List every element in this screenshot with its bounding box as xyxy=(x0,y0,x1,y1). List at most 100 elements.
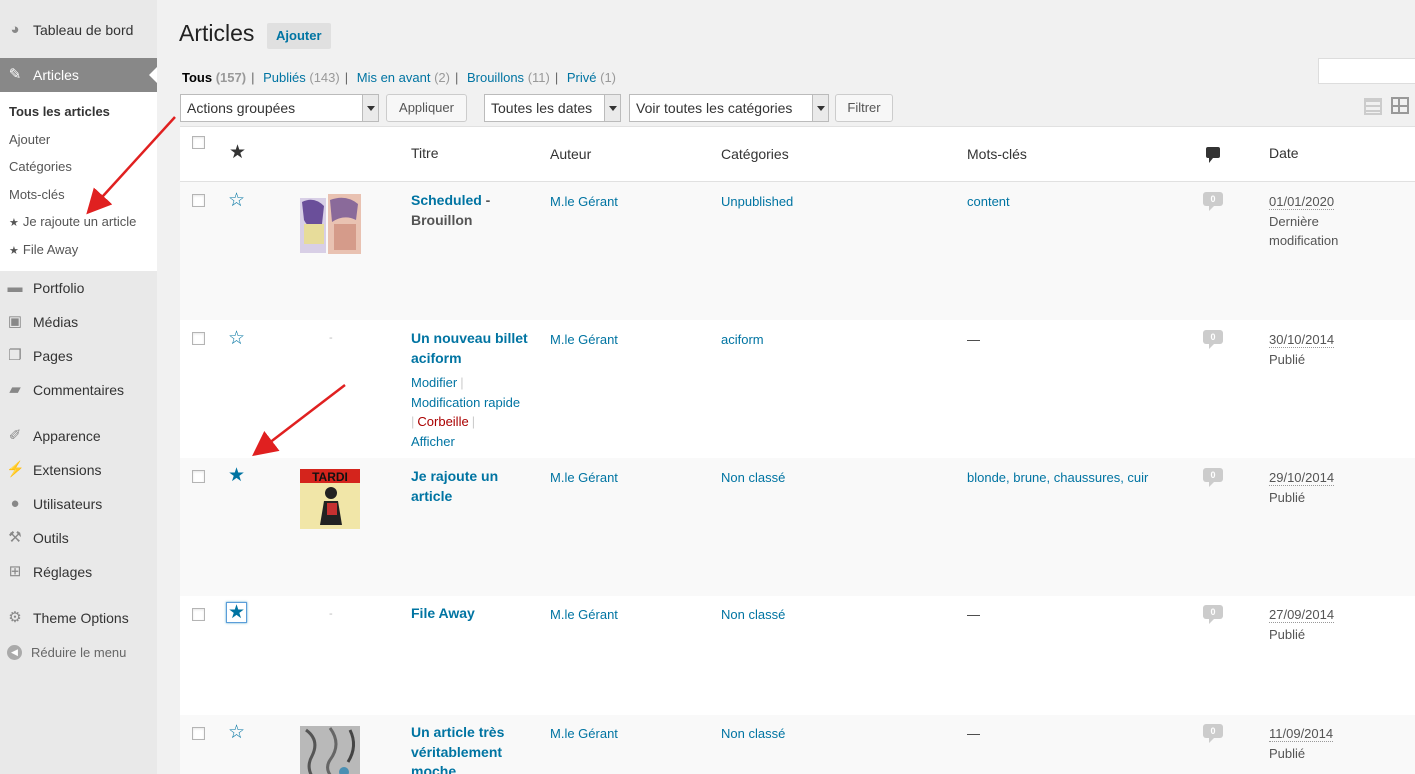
comment-count-badge[interactable]: 0 xyxy=(1203,468,1223,487)
menu-settings-label: Réglages xyxy=(33,564,93,580)
post-category[interactable]: Non classé xyxy=(721,468,785,488)
plugin-icon: ⚡ xyxy=(6,461,25,478)
submenu-featured-je-rajoute[interactable]: ★ Je rajoute un article xyxy=(0,208,157,236)
submenu-tags[interactable]: Mots-clés xyxy=(0,181,157,209)
search-input[interactable] xyxy=(1318,58,1415,84)
edit-link[interactable]: Modifier xyxy=(411,375,457,390)
comment-icon[interactable] xyxy=(1206,147,1220,163)
collapse-menu-button[interactable]: ◀ Réduire le menu xyxy=(0,635,157,669)
menu-dashboard-label: Tableau de bord xyxy=(33,22,134,38)
view-drafts[interactable]: Brouillons (11) xyxy=(467,70,550,85)
post-thumbnail xyxy=(300,194,361,254)
row-checkbox[interactable] xyxy=(192,194,205,207)
post-author[interactable]: M.le Gérant xyxy=(550,605,618,625)
row-checkbox[interactable] xyxy=(192,727,205,740)
post-category[interactable]: aciform xyxy=(721,330,764,350)
comment-count-badge[interactable]: 0 xyxy=(1203,605,1223,624)
post-title[interactable]: File Away xyxy=(411,604,536,624)
post-date: 27/09/2014 Publié xyxy=(1269,607,1335,642)
menu-articles[interactable]: ✎ Articles xyxy=(0,58,157,92)
view-private[interactable]: Privé (1) xyxy=(567,70,616,85)
select-all-checkbox[interactable] xyxy=(192,136,205,149)
pin-icon: ✎ xyxy=(8,66,22,83)
post-title[interactable]: Je rajoute un article xyxy=(411,467,536,506)
star-outline-icon[interactable]: ☆ xyxy=(228,723,245,742)
comment-count-badge[interactable]: 0 xyxy=(1203,330,1223,349)
menu-extensions[interactable]: ⚡ Extensions xyxy=(0,453,157,487)
menu-dashboard[interactable]: ◕ Tableau de bord xyxy=(0,13,157,47)
menu-appearance[interactable]: ✐ Apparence xyxy=(0,419,157,453)
menu-settings[interactable]: ⊞ Réglages xyxy=(0,555,157,589)
gear-icon: ⚙ xyxy=(8,609,22,626)
pages-icon: ❐ xyxy=(8,347,22,364)
post-author[interactable]: M.le Gérant xyxy=(550,330,618,350)
post-tags[interactable]: content xyxy=(967,192,1010,212)
post-title[interactable]: Un article très véritablement moche xyxy=(411,723,536,774)
star-icon: ★ xyxy=(9,217,19,229)
post-title[interactable]: Scheduled - Brouillon xyxy=(411,191,536,230)
submenu-categories[interactable]: Catégories xyxy=(0,153,157,181)
row-checkbox[interactable] xyxy=(192,608,205,621)
star-icon: ★ xyxy=(229,142,247,163)
excerpt-view-icon[interactable] xyxy=(1391,97,1409,114)
post-tags[interactable]: blonde, brune, chaussures, cuir xyxy=(967,468,1148,488)
folder-icon: ▬ xyxy=(7,279,23,296)
post-author[interactable]: M.le Gérant xyxy=(550,468,618,488)
post-date: 01/01/2020 Dernière modification xyxy=(1269,194,1339,248)
post-category[interactable]: Unpublished xyxy=(721,192,793,212)
list-view-icon[interactable] xyxy=(1364,98,1382,115)
post-author[interactable]: M.le Gérant xyxy=(550,192,618,212)
menu-theme-options[interactable]: ⚙ Theme Options xyxy=(0,601,157,635)
view-all[interactable]: Tous (157) xyxy=(182,70,246,85)
star-icon: ★ xyxy=(9,244,19,257)
menu-medias[interactable]: ▣ Médias xyxy=(0,305,157,339)
submenu-all-articles[interactable]: Tous les articles xyxy=(0,98,157,126)
apply-button[interactable]: Appliquer xyxy=(386,94,467,122)
post-date: 11/09/2014 Publié xyxy=(1269,726,1334,761)
view-sticky[interactable]: Mis en avant (2) xyxy=(357,70,450,85)
menu-pages-label: Pages xyxy=(33,348,73,364)
row-checkbox[interactable] xyxy=(192,332,205,345)
comment-count-badge[interactable]: 0 xyxy=(1203,724,1223,743)
post-title[interactable]: Un nouveau billet aciform xyxy=(411,329,536,368)
menu-articles-label: Articles xyxy=(33,67,79,83)
menu-users[interactable]: ● Utilisateurs xyxy=(0,487,157,521)
bulk-actions-select[interactable]: Actions groupées xyxy=(180,94,379,122)
quick-edit-link[interactable]: Modification rapide xyxy=(411,395,520,410)
star-filled-icon[interactable]: ★ xyxy=(226,602,248,623)
chevron-down-icon xyxy=(812,95,828,121)
post-category[interactable]: Non classé xyxy=(721,724,785,744)
menu-portfolio[interactable]: ▬ Portfolio xyxy=(0,271,157,305)
menu-extensions-label: Extensions xyxy=(33,462,102,478)
submenu-featured-file-away[interactable]: ★ File Away xyxy=(0,236,157,264)
comment-count-badge[interactable]: 0 xyxy=(1203,192,1223,211)
menu-portfolio-label: Portfolio xyxy=(33,280,85,296)
menu-tools[interactable]: ⚒ Outils xyxy=(0,521,157,555)
star-outline-icon[interactable]: ☆ xyxy=(228,191,245,210)
menu-medias-label: Médias xyxy=(33,314,79,330)
category-filter-select[interactable]: Voir toutes les catégories xyxy=(629,94,829,122)
view-published[interactable]: Publiés (143) xyxy=(263,70,340,85)
menu-comments[interactable]: ▰ Commentaires xyxy=(0,373,157,407)
submenu-add[interactable]: Ajouter xyxy=(0,126,157,154)
column-title[interactable]: Titre xyxy=(411,145,438,161)
trash-link[interactable]: Corbeille xyxy=(417,414,468,429)
row-checkbox[interactable] xyxy=(192,470,205,483)
post-author[interactable]: M.le Gérant xyxy=(550,724,618,744)
add-new-button[interactable]: Ajouter xyxy=(267,23,331,49)
filter-button[interactable]: Filtrer xyxy=(835,94,893,122)
column-date[interactable]: Date xyxy=(1269,145,1299,161)
view-link[interactable]: Afficher xyxy=(411,434,455,449)
date-filter-select[interactable]: Toutes les dates xyxy=(484,94,621,122)
dashboard-icon: ◕ xyxy=(10,21,20,38)
post-category[interactable]: Non classé xyxy=(721,605,785,625)
menu-comments-label: Commentaires xyxy=(33,382,125,398)
star-filled-icon[interactable]: ★ xyxy=(228,466,245,485)
post-tags: — xyxy=(967,607,980,622)
page-title: Articles xyxy=(179,20,255,46)
star-outline-icon[interactable]: ☆ xyxy=(228,329,245,348)
menu-pages[interactable]: ❐ Pages xyxy=(0,339,157,373)
user-icon: ● xyxy=(10,495,20,512)
chevron-down-icon xyxy=(362,95,378,121)
menu-theme-options-label: Theme Options xyxy=(33,610,129,626)
